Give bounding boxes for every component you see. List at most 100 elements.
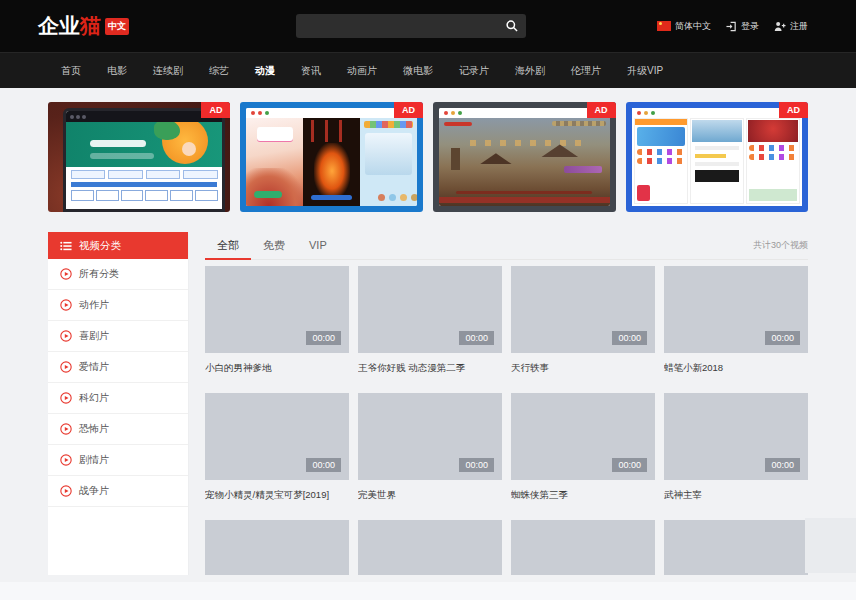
sidebar-item-4[interactable]: 科幻片	[48, 383, 188, 414]
play-circle-icon	[60, 423, 72, 435]
nav-item-7[interactable]: 微电影	[390, 64, 446, 78]
login-link[interactable]: 登录	[726, 20, 759, 33]
duration-badge: 00:00	[612, 458, 647, 472]
nav-item-2[interactable]: 连续剧	[140, 64, 196, 78]
play-circle-icon	[60, 268, 72, 280]
nav-item-1[interactable]: 电影	[94, 64, 140, 78]
video-card-1[interactable]: 00:00王爷你好贱 动态漫第二季	[358, 266, 502, 393]
duration-badge: 00:00	[612, 331, 647, 345]
sidebar-item-label: 动作片	[79, 298, 109, 312]
search-button[interactable]	[498, 14, 526, 38]
video-title: 完美世界	[358, 488, 502, 501]
banner-screenshot	[632, 108, 803, 206]
ad-banner-2[interactable]: AD	[240, 102, 423, 212]
login-icon	[726, 21, 737, 32]
search-input[interactable]	[296, 20, 498, 32]
banner-screenshot	[439, 108, 610, 206]
nav-item-5[interactable]: 资讯	[288, 64, 334, 78]
video-thumbnail: 00:00	[205, 266, 349, 353]
ad-badge: AD	[587, 102, 616, 118]
duration-badge: 00:00	[306, 331, 341, 345]
sidebar-item-label: 战争片	[79, 484, 109, 498]
sidebar-item-label: 剧情片	[79, 453, 109, 467]
video-thumbnail: 00:00	[358, 393, 502, 480]
video-card-7[interactable]: 00:00武神主宰	[664, 393, 808, 520]
video-card-0[interactable]: 00:00 小白的男神爹地	[205, 266, 349, 393]
site-logo[interactable]: 企业猫 中文	[38, 12, 129, 40]
nav-item-11[interactable]: 升级VIP	[614, 64, 676, 78]
video-card-5[interactable]: 00:00 完美世界	[358, 393, 502, 520]
register-link[interactable]: 注册	[774, 20, 808, 33]
banner-screenshot	[66, 111, 222, 209]
nav-item-9[interactable]: 海外剧	[502, 64, 558, 78]
main-nav: 首页电影连续剧综艺动漫资讯动画片微电影记录片海外剧伦理片升级VIP	[0, 52, 856, 88]
ad-badge: AD	[394, 102, 423, 118]
nav-item-4[interactable]: 动漫	[242, 64, 288, 78]
logo-language-badge: 中文	[105, 18, 129, 35]
sidebar-item-label: 科幻片	[79, 391, 109, 405]
sidebar-item-7[interactable]: 战争片	[48, 476, 188, 507]
ad-banner-3[interactable]: AD	[433, 102, 616, 212]
video-card-6[interactable]: 00:00 蜘蛛侠第三季	[511, 393, 655, 520]
sidebar-title: 视频分类	[79, 239, 121, 253]
video-thumbnail: 00:00	[511, 393, 655, 480]
ad-badge: AD	[201, 102, 230, 118]
video-thumbnail: 00:00	[358, 266, 502, 353]
tab-2[interactable]: VIP	[297, 232, 339, 260]
sidebar-item-0[interactable]: 所有分类	[48, 259, 188, 290]
video-card-2[interactable]: 00:00天行轶事	[511, 266, 655, 393]
ad-banner-4[interactable]: AD	[626, 102, 809, 212]
tab-0[interactable]: 全部	[205, 232, 251, 260]
video-title: 蜘蛛侠第三季	[511, 488, 655, 501]
video-title: 小白的男神爹地	[205, 361, 349, 374]
video-thumbnail: 00:00	[664, 266, 808, 353]
filter-tabs: 全部免费VIP 共计30个视频	[205, 232, 808, 260]
play-circle-icon	[60, 485, 72, 497]
duration-badge: 00:00	[765, 331, 800, 345]
sidebar-item-label: 爱情片	[79, 360, 109, 374]
sidebar-item-1[interactable]: 动作片	[48, 290, 188, 321]
video-thumbnail: 00:00	[511, 520, 655, 575]
sidebar-item-2[interactable]: 喜剧片	[48, 321, 188, 352]
register-label: 注册	[790, 20, 808, 33]
sidebar-item-5[interactable]: 恐怖片	[48, 414, 188, 445]
video-section: 全部免费VIP 共计30个视频 00:00 小白的男神爹地 00:00王爷你好贱 动…	[205, 232, 808, 575]
sidebar-item-label: 喜剧片	[79, 329, 109, 343]
nav-item-3[interactable]: 综艺	[196, 64, 242, 78]
video-card-partial-1[interactable]: 00:00	[358, 520, 502, 575]
play-circle-icon	[60, 299, 72, 311]
video-thumbnail: 00:00	[511, 266, 655, 353]
nav-item-8[interactable]: 记录片	[446, 64, 502, 78]
duration-badge: 00:00	[459, 458, 494, 472]
duration-badge: 00:00	[459, 331, 494, 345]
video-card-4[interactable]: 00:00 宠物小精灵/精灵宝可梦[2019]	[205, 393, 349, 520]
sidebar-header: 视频分类	[48, 232, 188, 259]
ad-banner-1[interactable]: AD	[48, 102, 230, 212]
nav-item-0[interactable]: 首页	[48, 64, 94, 78]
sidebar-item-label: 所有分类	[79, 267, 119, 281]
flag-icon	[657, 21, 671, 31]
footer-strip	[0, 582, 856, 600]
ad-badge: AD	[779, 102, 808, 118]
video-card-3[interactable]: 00:00 蜡笔小新2018	[664, 266, 808, 393]
banner-screenshot	[246, 108, 417, 206]
sidebar-item-3[interactable]: 爱情片	[48, 352, 188, 383]
top-header: 企业猫 中文 简体中文 登录 注册	[0, 0, 856, 52]
video-thumbnail: 00:00	[664, 393, 808, 480]
tab-1[interactable]: 免费	[251, 232, 297, 260]
side-widget[interactable]	[805, 518, 856, 573]
login-label: 登录	[741, 20, 759, 33]
video-title: 宠物小精灵/精灵宝可梦[2019]	[205, 488, 349, 501]
video-title: 蜡笔小新2018	[664, 361, 808, 374]
language-selector[interactable]: 简体中文	[657, 20, 711, 33]
nav-item-6[interactable]: 动画片	[334, 64, 390, 78]
language-label: 简体中文	[675, 20, 711, 33]
search-box	[296, 14, 526, 38]
play-circle-icon	[60, 361, 72, 373]
video-card-partial-0[interactable]: 00:00	[205, 520, 349, 575]
nav-item-10[interactable]: 伦理片	[558, 64, 614, 78]
video-card-partial-3[interactable]: 00:00	[664, 520, 808, 575]
sidebar-item-6[interactable]: 剧情片	[48, 445, 188, 476]
video-card-partial-2[interactable]: 00:00	[511, 520, 655, 575]
video-thumbnail: 00:00	[205, 393, 349, 480]
